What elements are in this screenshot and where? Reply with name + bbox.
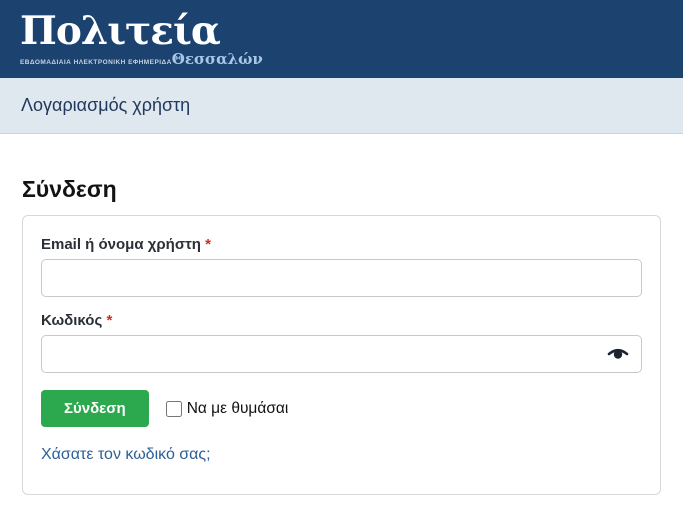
remember-me-checkbox[interactable] xyxy=(166,401,182,417)
page-title: Λογαριασμός χρήστη xyxy=(21,95,190,116)
logo-subtitle: ΕΒΔΟΜΑΔΙΑΙΑ ΗΛΕΚΤΡΟΝΙΚΗ ΕΦΗΜΕΡΙΔΑ xyxy=(20,60,172,67)
login-heading: Σύνδεση xyxy=(22,176,661,203)
forgot-password-link[interactable]: Χάσατε τον κωδικό σας; xyxy=(41,446,211,464)
required-marker: * xyxy=(205,236,211,253)
password-visibility-toggle[interactable] xyxy=(604,342,632,366)
site-logo[interactable]: Πολιτεία ΕΒΔΟΜΑΔΙΑΙΑ ΗΛΕΚΤΡΟΝΙΚΗ ΕΦΗΜΕΡΙ… xyxy=(20,11,263,68)
password-field[interactable] xyxy=(41,335,642,373)
logo-wordmark: Πολιτεία xyxy=(20,11,263,52)
required-marker: * xyxy=(106,312,112,329)
email-form-item: Email ή όνομα χρήστη * xyxy=(41,236,642,297)
email-label-text: Email ή όνομα χρήστη xyxy=(41,236,201,253)
page-title-bar: Λογαριασμός χρήστη xyxy=(0,78,683,134)
login-submit-button[interactable]: Σύνδεση xyxy=(41,390,149,427)
logo-region: Θεσσαλών xyxy=(172,52,263,67)
password-wrapper xyxy=(41,335,642,373)
email-field[interactable] xyxy=(41,259,642,297)
logo-bottom-row: ΕΒΔΟΜΑΔΙΑΙΑ ΗΛΕΚΤΡΟΝΙΚΗ ΕΦΗΜΕΡΙΔΑ Θεσσαλ… xyxy=(20,52,263,67)
site-header: Πολιτεία ΕΒΔΟΜΑΔΙΑΙΑ ΗΛΕΚΤΡΟΝΙΚΗ ΕΦΗΜΕΡΙ… xyxy=(0,0,683,78)
email-label: Email ή όνομα χρήστη * xyxy=(41,236,642,253)
actions-row: Σύνδεση Να με θυμάσαι xyxy=(41,390,642,427)
password-form-item: Κωδικός * xyxy=(41,312,642,373)
main-content: Σύνδεση Email ή όνομα χρήστη * Κωδικός * xyxy=(0,176,683,495)
remember-me[interactable]: Να με θυμάσαι xyxy=(166,400,289,418)
password-label: Κωδικός * xyxy=(41,312,642,329)
login-form-card: Email ή όνομα χρήστη * Κωδικός * xyxy=(22,215,661,495)
password-label-text: Κωδικός xyxy=(41,312,102,329)
eye-icon xyxy=(606,345,630,363)
remember-me-label: Να με θυμάσαι xyxy=(187,400,289,418)
